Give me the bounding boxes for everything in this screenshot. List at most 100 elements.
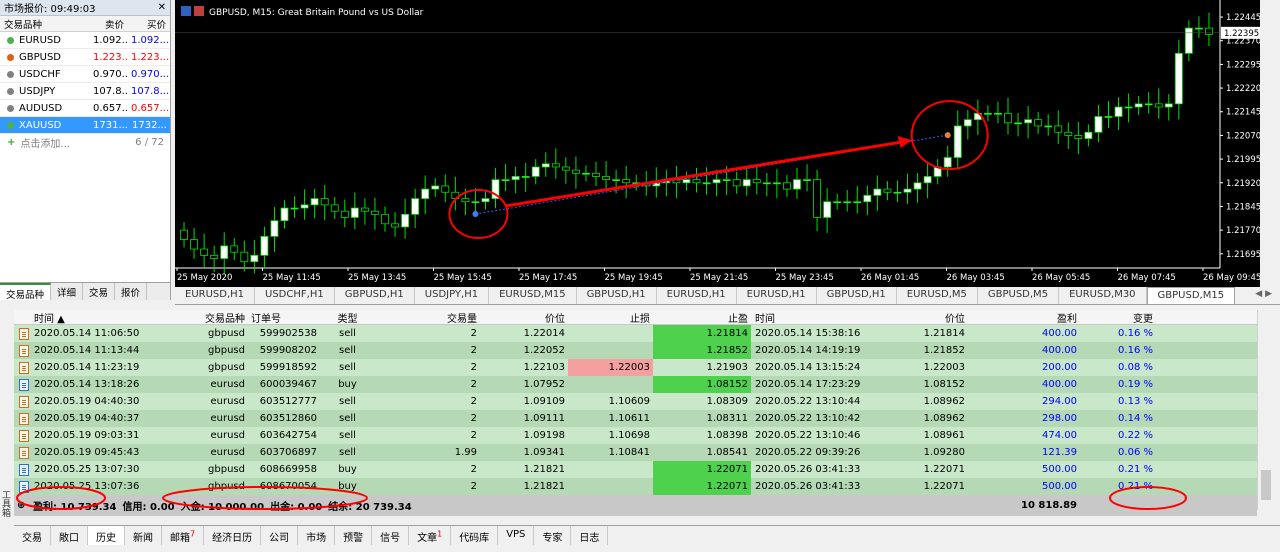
table-row[interactable]: 2020.05.19 09:03:31 eurusd 603642754 sell 2 1… [14, 427, 1257, 444]
table-footer: ⊕ 盈利: 10 739.34 信用: 0.00 入金: 10 000.00 出… [14, 495, 1257, 516]
add-symbol-row[interactable]: + 点击添加... 6 / 72 [0, 134, 170, 151]
sell-order-icon [14, 412, 30, 425]
close-icon[interactable]: ✕ [158, 2, 166, 13]
table-scrollbar[interactable] [1257, 310, 1273, 510]
y-tick-label: 1.22295 [1226, 60, 1260, 70]
chart-tab[interactable]: EURUSD,M30 [1059, 287, 1147, 304]
market-watch-header: 交易品种 卖价 买价 [0, 16, 170, 32]
toolbox-tab[interactable]: 经济日历 [204, 526, 262, 545]
chart-tab[interactable]: GBPUSD,H1 [817, 287, 897, 304]
toolbox-tab[interactable]: 专家 [534, 526, 572, 545]
symbol-status-icon [7, 87, 14, 95]
symbol-row[interactable]: GBPUSD 1.223... 1.223... [0, 49, 170, 66]
toolbox-tab[interactable]: 邮箱7 [162, 526, 205, 545]
expand-icon[interactable]: ⊕ [14, 500, 30, 511]
market-watch-tab[interactable]: 交易 [83, 283, 116, 300]
col-ask[interactable]: 买价 [128, 17, 170, 31]
column-header[interactable]: 止盈 [653, 310, 751, 325]
y-tick-label: 1.22145 [1226, 108, 1260, 118]
toolbox-tab[interactable]: 交易 [14, 526, 51, 545]
chart-tab[interactable]: GBPUSD,M15 [1146, 287, 1236, 304]
column-header[interactable]: 止损 [568, 310, 653, 325]
column-header[interactable]: 交易品种 [178, 310, 248, 325]
column-header[interactable]: 时间 ▲ [30, 310, 178, 325]
symbol-cell: GBPUSD [0, 52, 90, 63]
column-header[interactable]: 价位 [480, 310, 568, 325]
cell-close-price: 1.22071 [923, 481, 965, 492]
symbol-name: XAUUSD [19, 119, 62, 131]
toolbox-tab[interactable]: 文章1 [409, 526, 452, 545]
table-row[interactable]: 2020.05.19 04:40:30 eurusd 603512777 sell 2 1… [14, 393, 1257, 410]
cell-close-price: 1.21852 [923, 345, 965, 356]
table-row[interactable]: 2020.05.19 04:40:37 eurusd 603512860 sell 2 1… [14, 410, 1257, 427]
cell-change: 0.22 % [1118, 430, 1153, 441]
symbol-row[interactable]: USDJPY 107.8... 107.8... [0, 83, 170, 100]
toolbox-tab[interactable]: 公司 [261, 526, 299, 545]
toolbox-tab[interactable]: 敞口 [51, 526, 88, 545]
toolbox-tab[interactable]: 代码库 [451, 526, 499, 545]
column-header[interactable]: 时间 [751, 310, 866, 325]
symbol-row[interactable]: AUDUSD 0.657... 0.657... [0, 100, 170, 117]
chart-tab[interactable]: USDCHF,H1 [255, 287, 335, 304]
cell-tp: 1.22071 [653, 461, 751, 478]
col-symbol[interactable]: 交易品种 [0, 17, 90, 31]
column-header[interactable]: 变更 [1080, 310, 1156, 325]
chart-tab[interactable]: USDJPY,H1 [415, 287, 490, 304]
toolbox-tab[interactable]: 新闻 [125, 526, 162, 545]
chart-tab[interactable]: GBPUSD,H1 [577, 287, 657, 304]
tab-scroll-icon[interactable]: ◀ ▶ [1255, 289, 1272, 299]
cell-close-price: 1.08962 [923, 396, 965, 407]
table-row[interactable]: 2020.05.19 09:45:43 eurusd 603706897 sell 1.… [14, 444, 1257, 461]
table-row[interactable]: 2020.05.14 11:23:19 gbpusd 599918592 sell 2 1… [14, 359, 1257, 376]
chart-window-icon[interactable] [181, 6, 191, 16]
toolbox-tab[interactable]: 信号 [372, 526, 410, 545]
chart-tab[interactable]: EURUSD,H1 [175, 287, 256, 304]
ask-price: 0.657... [131, 102, 170, 114]
cell-type: sell [339, 362, 356, 373]
plus-icon: + [7, 137, 16, 148]
market-watch-title-bar[interactable]: 市场报价: 09:49:03 ✕ [0, 0, 170, 16]
column-header[interactable]: 交易量 [375, 310, 480, 325]
x-tick-label: 25 May 23:45 [776, 273, 834, 283]
scrollbar-thumb[interactable] [1261, 470, 1271, 500]
add-symbol-label: 点击添加... [20, 139, 70, 150]
cell-sl: 1.10609 [608, 396, 650, 407]
column-header[interactable]: 订单号 [248, 310, 320, 325]
toolbox-tab[interactable]: VPS [498, 526, 535, 545]
chart-tab[interactable]: EURUSD,H1 [657, 287, 737, 304]
toolbox-tab[interactable]: 日志 [571, 526, 609, 545]
chart-tab[interactable]: EURUSD,H1 [737, 287, 817, 304]
chart-tab[interactable]: EURUSD,M15 [489, 287, 577, 304]
column-header[interactable]: 类型 [320, 310, 375, 325]
toolbox-tab[interactable]: 市场 [298, 526, 336, 545]
market-watch-tab[interactable]: 交易品种 [0, 283, 52, 301]
chart-title: GBPUSD, M15: Great Britain Pound vs US D… [209, 8, 424, 18]
chart-tab[interactable]: EURUSD,M5 [897, 287, 978, 304]
sell-order-icon [14, 429, 30, 442]
cell-type: sell [339, 328, 356, 339]
col-bid[interactable]: 卖价 [90, 17, 128, 31]
chart-tab[interactable]: GBPUSD,M5 [978, 287, 1060, 304]
symbol-row[interactable]: EURUSD 1.092... 1.092... [0, 32, 170, 49]
table-row[interactable]: 2020.05.14 11:13:44 gbpusd 599908202 sell 2 1… [14, 342, 1257, 359]
symbol-row[interactable]: USDCHF 0.970... 0.970... [0, 66, 170, 83]
symbol-status-icon [7, 104, 14, 112]
table-row[interactable]: 2020.05.25 13:07:36 gbpusd 608670054 buy 2 1.… [14, 478, 1257, 495]
column-header[interactable]: 盈利 [968, 310, 1080, 325]
cell-close-time: 2020.05.26 03:41:33 [755, 464, 861, 475]
cell-sl: 1.22003 [568, 359, 653, 376]
chart-svg[interactable]: 1.224451.223701.222951.222201.221451.220… [175, 0, 1261, 287]
symbol-row[interactable]: XAUUSD 1731... 1732... [0, 117, 170, 134]
table-row[interactable]: 2020.05.14 11:06:50 gbpusd 599902538 sell 2 1… [14, 325, 1257, 342]
market-watch-tab[interactable]: 详细 [51, 283, 84, 300]
toolbox-tab[interactable]: 历史 [88, 526, 125, 545]
column-header[interactable]: 价位 [866, 310, 968, 325]
toolbox-tab[interactable]: 预警 [335, 526, 373, 545]
price-chart[interactable]: 1.22445 1.22370 1.22295 1.22220 1.22145 1.220… [175, 0, 1261, 287]
chart-tab[interactable]: GBPUSD,H1 [335, 287, 415, 304]
cell-type: buy [338, 379, 357, 390]
table-row[interactable]: 2020.05.14 13:18:26 eurusd 600039467 buy 2 1.… [14, 376, 1257, 393]
table-row[interactable]: 2020.05.25 13:07:30 gbpusd 608669958 buy 2 1.… [14, 461, 1257, 478]
cell-tp: 1.08541 [706, 447, 748, 458]
market-watch-tab[interactable]: 报价 [115, 283, 148, 300]
